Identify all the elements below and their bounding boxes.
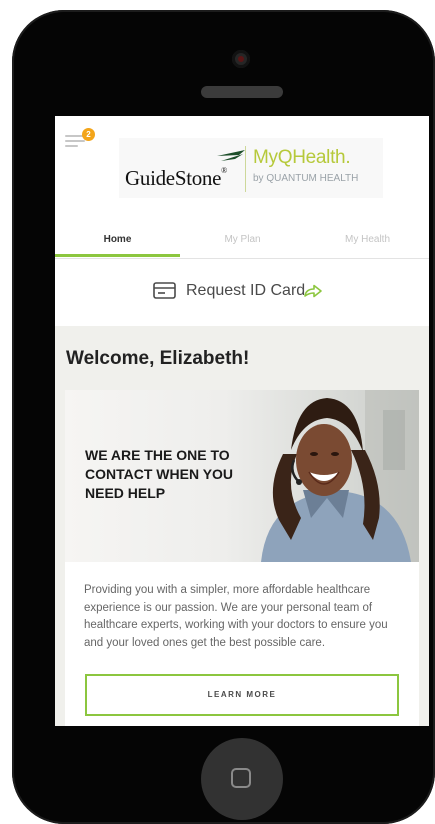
guidestone-wings-icon — [217, 150, 245, 161]
learn-more-button[interactable]: LEARN MORE — [85, 674, 399, 716]
tab-bar: Home My Plan My Health — [55, 228, 429, 259]
menu-bar — [65, 145, 78, 147]
app-screen: 2 GuideStone® MyQHealth. by QUANTUM HEAL… — [55, 116, 429, 726]
home-square-icon — [231, 768, 251, 788]
id-card-icon — [153, 282, 176, 299]
registered-mark: ® — [221, 166, 227, 175]
logo-divider — [245, 146, 246, 192]
guidestone-wordmark: GuideStone® — [125, 166, 227, 191]
promo-hero-image: WE ARE THE ONE TO CONTACT WHEN YOU NEED … — [65, 390, 419, 562]
active-tab-indicator — [55, 254, 180, 257]
quantum-health-tagline: by QUANTUM HEALTH — [253, 173, 359, 184]
home-button[interactable] — [201, 738, 283, 820]
request-id-card-label: Request ID Card — [186, 282, 306, 299]
tab-my-health[interactable]: My Health — [305, 234, 429, 245]
brand-logo: GuideStone® MyQHealth. by QUANTUM HEALTH — [119, 138, 383, 198]
home-content: Welcome, Elizabeth! WE ARE THE ONE TO CO… — [55, 326, 429, 726]
notification-badge[interactable]: 2 — [82, 128, 95, 141]
share-arrow-icon — [304, 284, 322, 298]
earpiece-speaker — [201, 86, 283, 98]
welcome-heading: Welcome, Elizabeth! — [66, 348, 250, 369]
promo-headline: WE ARE THE ONE TO CONTACT WHEN YOU NEED … — [85, 447, 234, 501]
promo-card: WE ARE THE ONE TO CONTACT WHEN YOU NEED … — [65, 390, 419, 726]
request-id-card-button[interactable]: Request ID Card — [55, 268, 429, 308]
promo-description: Providing you with a simpler, more affor… — [84, 584, 388, 649]
menu-bar — [65, 140, 85, 142]
tab-home[interactable]: Home — [55, 234, 180, 245]
tab-my-plan[interactable]: My Plan — [180, 234, 305, 245]
front-camera — [232, 50, 250, 68]
phone-frame: 2 GuideStone® MyQHealth. by QUANTUM HEAL… — [12, 10, 435, 824]
myqhealth-wordmark: MyQHealth. — [253, 147, 351, 168]
guidestone-name: GuideStone — [125, 166, 222, 190]
